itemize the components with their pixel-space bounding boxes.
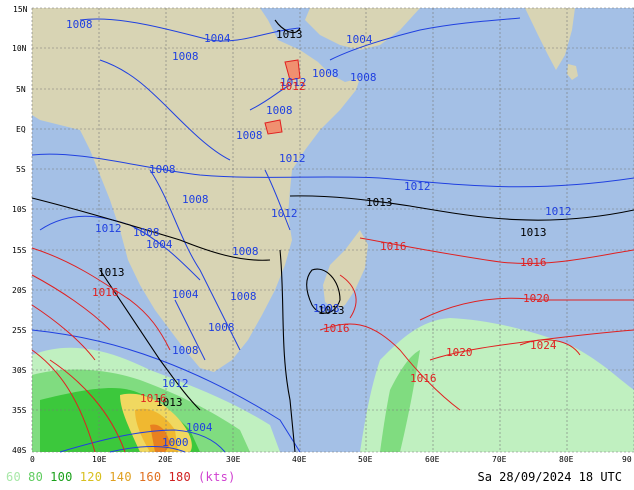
isobar-label: 1004 [346,33,373,46]
lon-label: 30E [226,455,241,464]
lon-label: 10E [92,455,107,464]
lon-label: 20E [158,455,173,464]
isobar-label: 1008 [133,226,160,239]
valid-time: Sa 28/09/2024 18 UTC [477,470,623,484]
isobar-label: 1004 [146,238,173,251]
lat-label: 30S [12,366,27,375]
legend-item: 100 [50,470,73,484]
wind-speed-legend: 60 80 100 120 140 160 180 (kts) [6,470,243,484]
lon-label: 70E [492,455,507,464]
legend-item: 140 [109,470,132,484]
isobar-label: 1012 [404,180,431,193]
isobar-label: 1012 [162,377,189,390]
lat-label: 15N [13,5,28,14]
isobar-label: 1012 [271,207,298,220]
lon-label: 50E [358,455,373,464]
lat-label: 15S [12,246,27,255]
isobar-label: 1008 [182,193,209,206]
lat-label: 10S [12,205,27,214]
lat-label: 20S [12,286,27,295]
lat-label: 25S [12,326,27,335]
lat-label: 5N [16,85,26,94]
isobar-label: 1016 [323,322,350,335]
legend-item: 180 [168,470,192,484]
isobar-label: 1016 [410,372,437,385]
isobar-label: 1012 [95,222,122,235]
lon-label: 60E [425,455,440,464]
latitude-labels: 15N 10N 5N EQ 5S 10S 15S 20S 25S 30S 35S… [12,5,28,455]
lon-label: 80E [559,455,574,464]
isobar-label: 1016 [92,286,119,299]
legend-item: 160 [138,470,162,484]
isobar-label: 1024 [530,339,557,352]
isobar-label: 1013 [520,226,547,239]
legend-item: 80 [28,470,44,484]
lon-label: 40E [292,455,307,464]
legend-item: (kts) [198,470,236,484]
isobar-label: 1016 [520,256,547,269]
lat-label: 5S [16,165,26,174]
isobar-label: 1013 [318,304,345,317]
lat-label: 40S [12,446,27,455]
isobar-label: 1008 [350,71,377,84]
isobar-label: 1004 [172,288,199,301]
isobar-label: 1020 [523,292,550,305]
isobar-label: 1008 [232,245,259,258]
isobar-label: 1008 [172,50,199,63]
isobar-label: 1013 [276,28,303,41]
isobar-label: 1008 [312,67,339,80]
isobar-label: 1016 [140,392,167,405]
isobar-label: 1004 [186,421,213,434]
lon-label: 0 [30,455,35,464]
map-footer: 60 80 100 120 140 160 180 (kts) Sa 28/09/2024 1… [0,466,634,490]
lon-label: 90 [622,455,632,464]
lat-label: 10N [12,44,27,53]
lat-label: EQ [16,125,26,134]
isobar-label: 1008 [230,290,257,303]
isobar-label: 1016 [380,240,407,253]
isobar-label: 1012 [279,80,306,93]
isobar-label: 1013 [98,266,125,279]
isobar-label: 1000 [162,436,189,449]
legend-item: 120 [79,470,103,484]
isobar-label: 1008 [208,321,235,334]
isobar-label: 1004 [204,32,231,45]
isobar-label: 1013 [366,196,393,209]
isobar-label: 1008 [149,163,176,176]
isobar-label: 1020 [446,346,473,359]
isobar-label: 1008 [172,344,199,357]
isobar-label: 1012 [545,205,572,218]
isobar-label: 1008 [66,18,93,31]
longitude-labels: 0 10E 20E 30E 40E 50E 60E 70E 80E 90 [30,455,632,464]
isobar-label: 1008 [236,129,263,142]
isobar-label: 1008 [266,104,293,117]
isobar-label: 1012 [279,152,306,165]
lat-label: 35S [12,406,27,415]
weather-map: 15N 10N 5N EQ 5S 10S 15S 20S 25S 30S 35S… [12,5,634,464]
legend-item: 60 [6,470,22,484]
